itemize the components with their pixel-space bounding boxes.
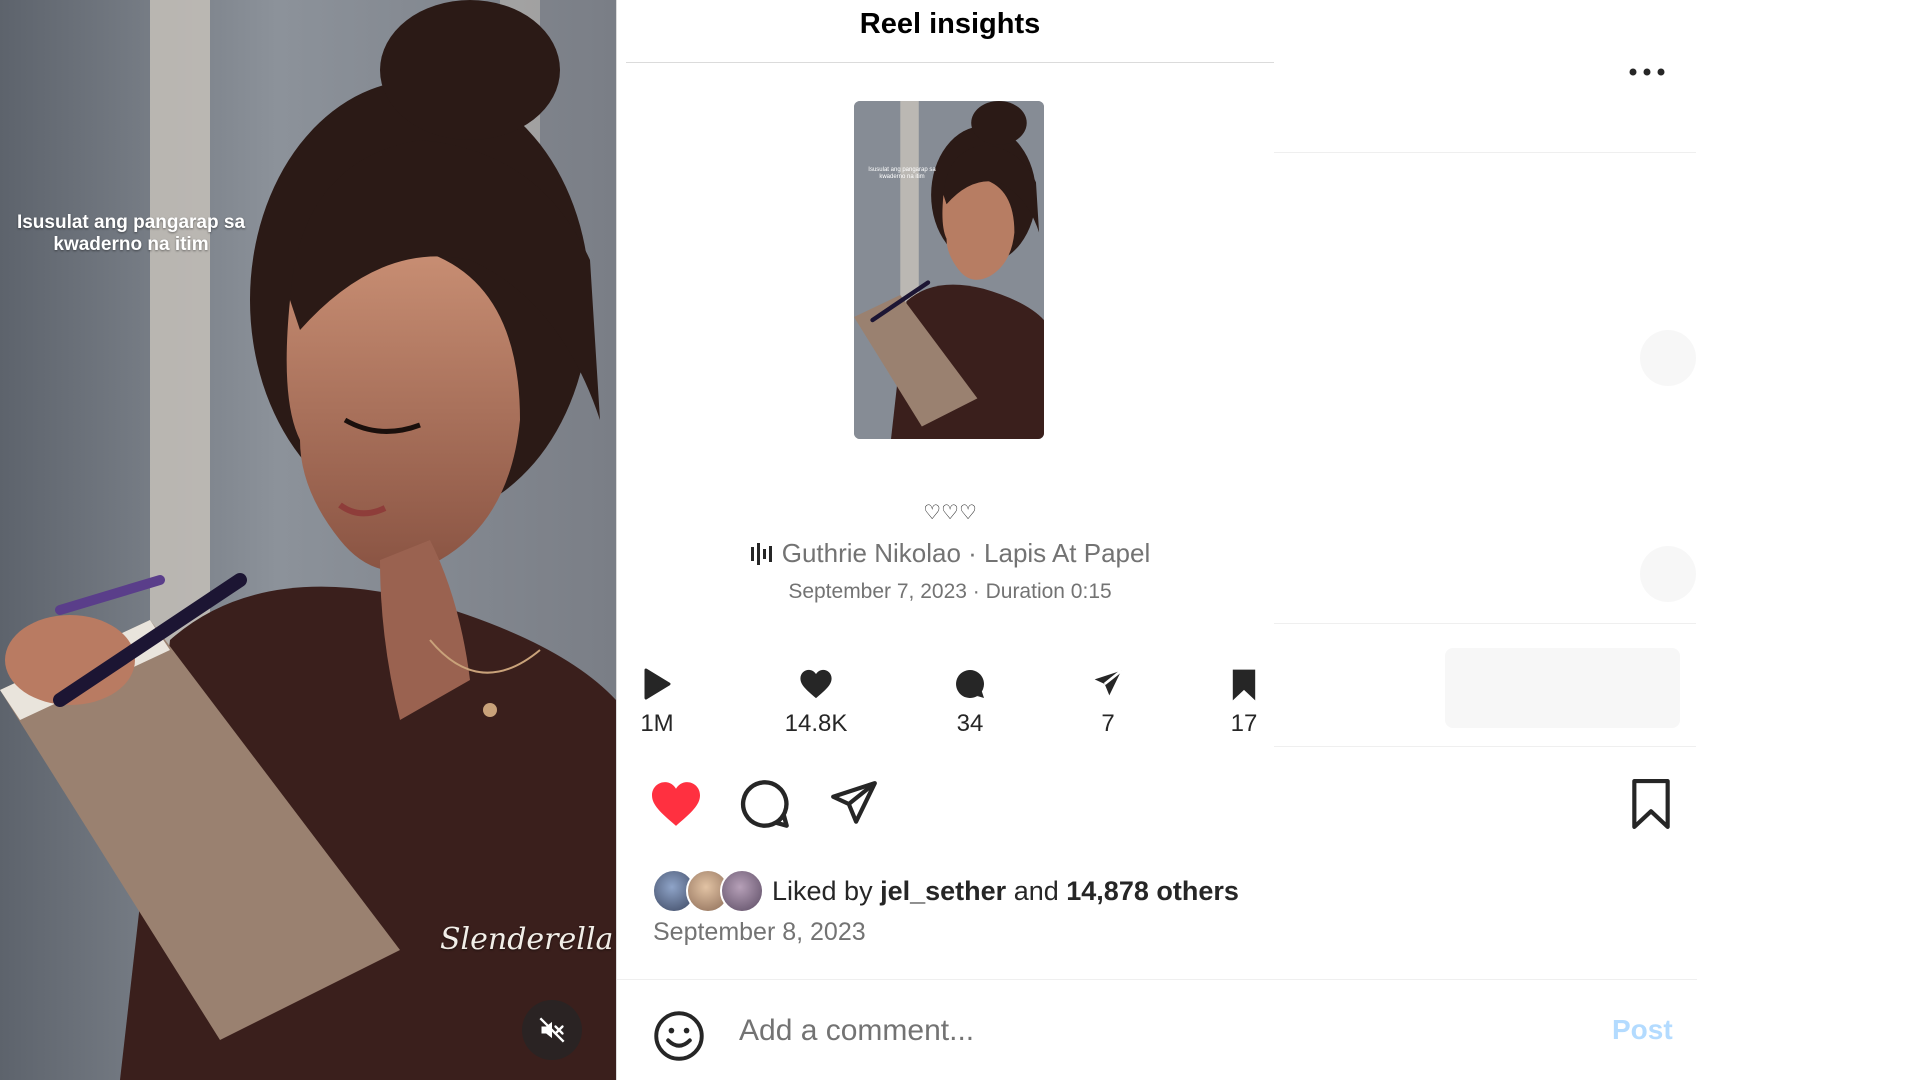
share-button[interactable] (824, 776, 884, 832)
stat-plays: 1M (612, 668, 702, 738)
audio-link[interactable]: Guthrie Nikolao · Lapis At Papel (626, 538, 1274, 569)
stat-likes-value: 14.8K (784, 710, 848, 737)
stat-comments: 34 (925, 668, 1015, 738)
like-button[interactable] (646, 776, 706, 832)
audio-wave-icon (750, 543, 772, 565)
audio-label: Guthrie Nikolao · Lapis At Papel (781, 538, 1151, 568)
comment-icon (956, 670, 984, 698)
liker-avatars[interactable] (652, 869, 764, 913)
insights-header: Reel insights (626, 0, 1274, 63)
post-date[interactable]: September 8, 2023 (653, 918, 866, 947)
reel-insights-panel: Reel insights Isusulat ang pangarap sa k… (626, 0, 1274, 745)
stat-likes: 14.8K (771, 668, 861, 738)
speaker-muted-icon (539, 1017, 565, 1043)
loading-placeholder (1445, 648, 1680, 728)
heart-icon (800, 669, 832, 699)
video-player[interactable]: Isusulat ang pangarap sa kwaderno na iti… (0, 0, 616, 1080)
share-icon (831, 781, 877, 824)
heart-filled-icon (652, 782, 700, 826)
insights-stats: 1M 14.8K 34 7 17 (626, 668, 1274, 748)
comment-button[interactable] (735, 776, 795, 832)
stat-saves-value: 17 (1230, 710, 1258, 737)
liker-username-link[interactable]: jel_sether (880, 876, 1006, 907)
panel-divider (616, 0, 617, 1080)
emoji-icon (654, 1011, 704, 1061)
stat-saves: 17 (1199, 668, 1289, 738)
video-frame (0, 0, 616, 1080)
reel-thumbnail[interactable]: Isusulat ang pangarap sa kwaderno na iti… (854, 101, 1044, 439)
emoji-button[interactable] (653, 1010, 705, 1067)
header-divider (1274, 152, 1696, 153)
video-watermark: Slenderella♥ (440, 922, 616, 957)
reel-thumbnail-image (854, 101, 1044, 439)
comment-input[interactable] (737, 1006, 1561, 1056)
likes-summary: Liked by jel_sether and 14,878 others (652, 868, 1239, 914)
comment-avatar-placeholder (1640, 546, 1696, 602)
bookmark-icon (1232, 669, 1256, 701)
avatar (720, 869, 764, 913)
post-comment-button[interactable]: Post (1612, 1014, 1673, 1046)
save-button[interactable] (1626, 776, 1676, 832)
likes-conjunction: and (1013, 875, 1059, 906)
reel-caption: ♡♡♡ (923, 500, 977, 524)
more-options-icon (1629, 68, 1665, 76)
bookmark-icon (1632, 779, 1670, 829)
thumbnail-caption: Isusulat ang pangarap sa kwaderno na iti… (868, 167, 936, 180)
actions-divider (1274, 746, 1696, 747)
stat-comments-value: 34 (956, 710, 984, 737)
comment-icon (740, 780, 789, 828)
comment-composer: Post (617, 979, 1697, 1081)
video-caption: Isusulat ang pangarap sa kwaderno na iti… (16, 212, 246, 255)
stat-shares-value: 7 (1101, 710, 1115, 737)
more-options-button[interactable] (1622, 52, 1672, 92)
share-icon (1094, 669, 1123, 696)
insights-title: Reel insights (859, 8, 1041, 40)
play-icon (644, 668, 671, 700)
comments-divider (1274, 623, 1696, 624)
likes-prefix: Liked by (772, 875, 873, 906)
mute-button[interactable] (522, 1000, 582, 1060)
likes-count-link[interactable]: 14,878 others (1066, 876, 1239, 907)
stat-shares: 7 (1063, 668, 1153, 738)
comment-avatar-placeholder (1640, 330, 1696, 386)
reel-date-duration: September 7, 2023 · Duration 0:15 (788, 580, 1112, 603)
stat-plays-value: 1M (640, 710, 674, 737)
